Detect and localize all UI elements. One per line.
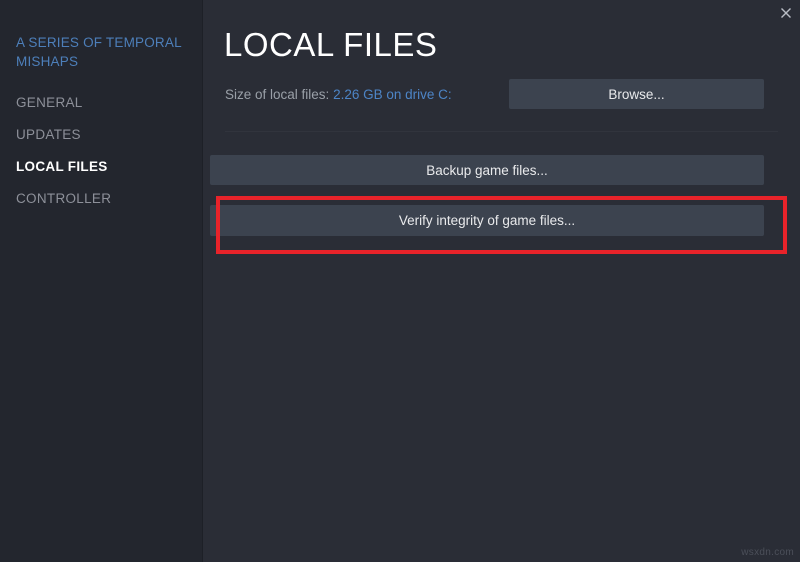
local-files-size-row: Size of local files: 2.26 GB on drive C: xyxy=(225,86,452,104)
sidebar: A SERIES OF TEMPORAL MISHAPS GENERAL UPD… xyxy=(0,0,203,562)
size-value: 2.26 GB on drive C: xyxy=(333,87,452,102)
sidebar-item-controller[interactable]: CONTROLLER xyxy=(0,186,203,211)
sidebar-nav-list: GENERAL UPDATES LOCAL FILES CONTROLLER xyxy=(0,90,203,218)
watermark: wsxdn.com xyxy=(741,547,794,558)
sidebar-item-label: UPDATES xyxy=(16,127,81,142)
page-title: LOCAL FILES xyxy=(224,26,438,63)
sidebar-item-local-files[interactable]: LOCAL FILES xyxy=(0,154,203,179)
sidebar-item-updates[interactable]: UPDATES xyxy=(0,122,203,147)
sidebar-item-label: CONTROLLER xyxy=(16,191,112,206)
close-icon xyxy=(781,8,791,18)
sidebar-item-label: LOCAL FILES xyxy=(16,159,108,174)
steam-game-properties-window: A SERIES OF TEMPORAL MISHAPS GENERAL UPD… xyxy=(0,0,800,562)
close-button[interactable] xyxy=(775,2,797,24)
sidebar-item-general[interactable]: GENERAL xyxy=(0,90,203,115)
browse-button[interactable]: Browse... xyxy=(509,79,764,109)
section-divider xyxy=(225,131,778,132)
backup-game-files-button[interactable]: Backup game files... xyxy=(210,155,764,185)
sidebar-game-title: A SERIES OF TEMPORAL MISHAPS xyxy=(16,35,182,69)
sidebar-item-label: GENERAL xyxy=(16,95,83,110)
main-content: LOCAL FILES Size of local files: 2.26 GB… xyxy=(203,0,800,562)
verify-integrity-button[interactable]: Verify integrity of game files... xyxy=(210,205,764,236)
size-label: Size of local files: xyxy=(225,87,330,102)
